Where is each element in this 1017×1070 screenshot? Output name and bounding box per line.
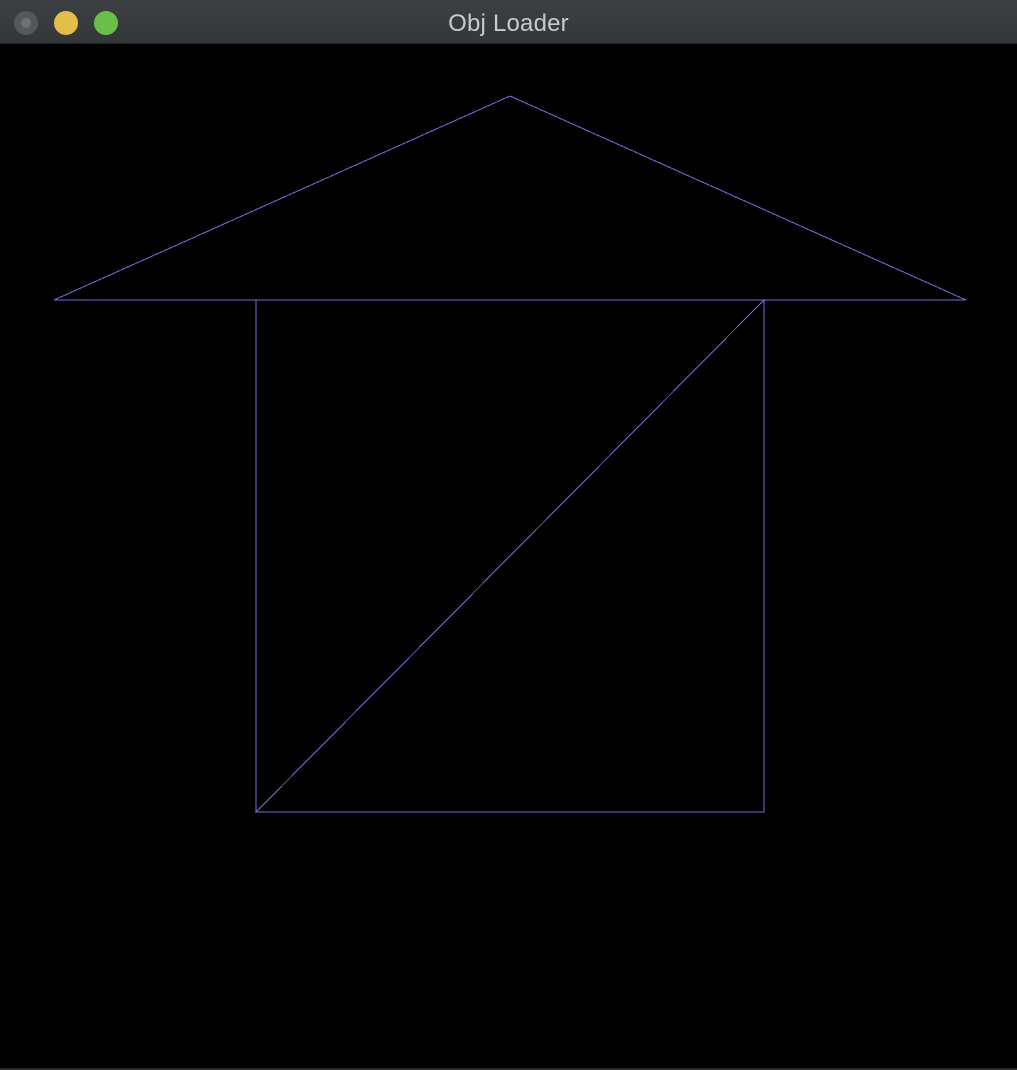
wireframe-canvas [53, 95, 967, 814]
render-viewport[interactable] [0, 44, 1017, 1068]
wall-triangle-lower [254, 298, 765, 813]
title-bar[interactable]: Obj Loader [0, 0, 1017, 44]
roof-triangle [53, 95, 967, 301]
window-title: Obj Loader [448, 10, 569, 37]
app-window: Obj Loader [0, 0, 1017, 1070]
